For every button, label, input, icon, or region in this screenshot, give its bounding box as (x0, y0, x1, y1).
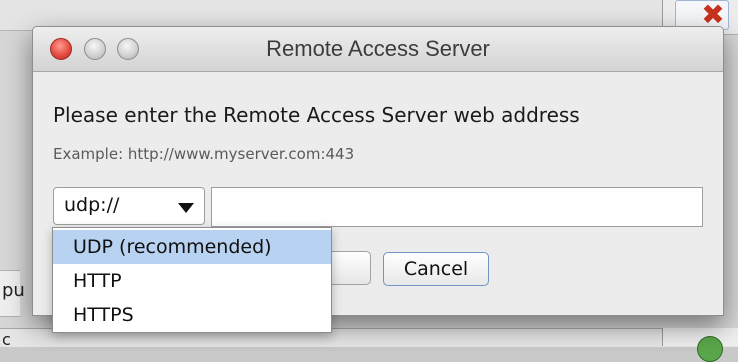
cancel-button[interactable]: Cancel (383, 252, 489, 286)
scheme-select[interactable]: udp:// (53, 187, 205, 225)
scheme-dropdown-menu: UDP (recommended) HTTP HTTPS (52, 227, 332, 333)
example-hint: Example: http://www.myserver.com:443 (53, 145, 355, 163)
dropdown-option-http[interactable]: HTTP (53, 264, 331, 298)
dropdown-arrow-icon (178, 203, 194, 213)
dialog-titlebar[interactable]: Remote Access Server (33, 27, 723, 72)
status-green-icon (697, 336, 723, 362)
background-left-text: pu (2, 280, 25, 301)
dialog-title: Remote Access Server (266, 36, 490, 61)
prompt-label: Please enter the Remote Access Server we… (53, 103, 580, 127)
dropdown-option-udp[interactable]: UDP (recommended) (53, 230, 331, 264)
scheme-select-value: udp:// (64, 194, 120, 216)
server-address-input[interactable] (211, 187, 703, 227)
dropdown-option-https[interactable]: HTTPS (53, 298, 331, 332)
background-bottom-text: c (2, 330, 11, 349)
